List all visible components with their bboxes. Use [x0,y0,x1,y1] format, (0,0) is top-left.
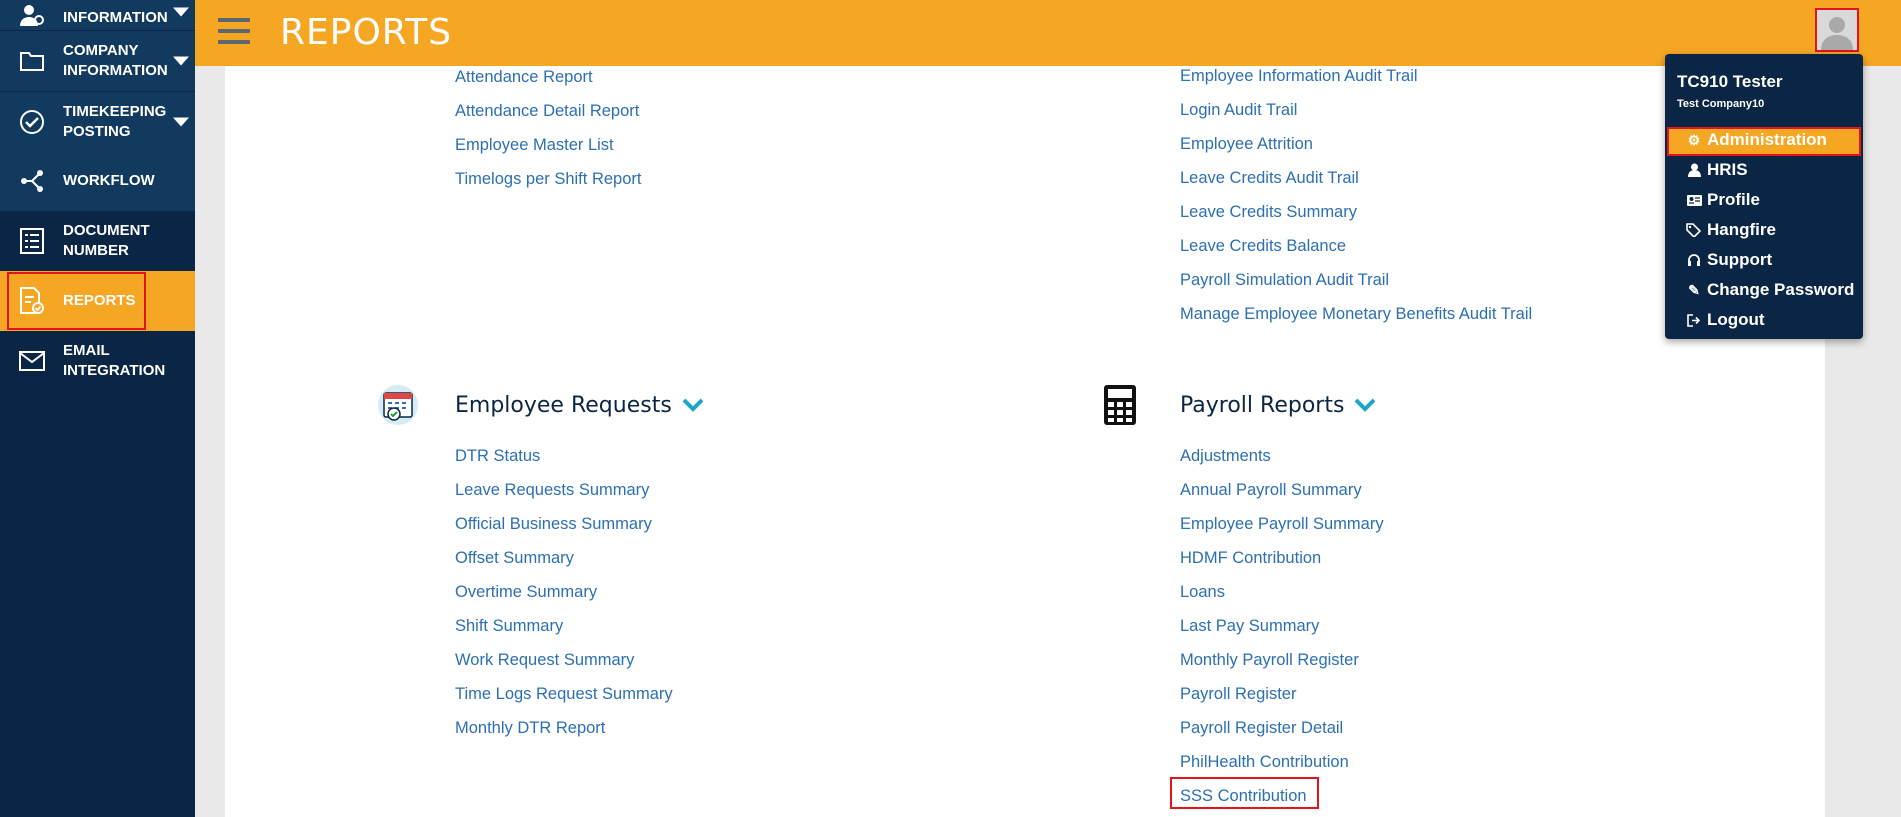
report-link[interactable]: Loans [1180,583,1225,602]
sidebar-item-label: EMAIL INTEGRATION [63,342,166,379]
menu-item-change-password[interactable]: ✎ Change Password [1685,280,1854,300]
sidebar-item-document-number[interactable]: DOCUMENT NUMBER [0,211,195,271]
report-link[interactable]: Payroll Register [1180,685,1296,704]
page-title: REPORTS [280,12,453,53]
calculator-icon [1103,384,1137,431]
report-link[interactable]: Payroll Simulation Audit Trail [1180,271,1389,290]
menu-item-support[interactable]: Support [1685,250,1772,270]
report-link[interactable]: Overtime Summary [455,583,597,602]
sidebar-item-timekeeping-posting[interactable]: TIMEKEEPING POSTING [0,92,195,152]
user-name: TC910 Tester [1677,72,1783,91]
user-company: Test Company10 [1677,98,1765,110]
sidebar-item-label: COMPANY INFORMATION [63,42,168,79]
report-link[interactable]: Leave Credits Summary [1180,203,1357,222]
user-avatar-icon [1821,17,1853,50]
menu-item-profile[interactable]: Profile [1685,190,1760,210]
check-circle-icon [18,108,46,136]
chevron-down-icon [173,117,189,127]
headset-icon [1685,253,1703,267]
sidebar: INFORMATION COMPANY INFORMATION TIMEKEEP… [0,0,195,817]
sidebar-item-label: TIMEKEEPING POSTING [63,103,167,140]
report-link[interactable]: Leave Requests Summary [455,481,649,500]
sidebar-item-label: WORKFLOW [63,172,155,189]
id-card-icon [1685,194,1703,206]
report-link[interactable]: Adjustments [1180,447,1271,466]
sidebar-item-label: REPORTS [63,292,136,309]
tags-icon [1685,223,1703,237]
report-link[interactable]: Employee Attrition [1180,135,1313,154]
sidebar-item-email-integration[interactable]: EMAIL INTEGRATION [0,331,195,391]
reports-content: Attendance Report Attendance Detail Repor… [225,66,1825,817]
report-link[interactable]: Work Request Summary [455,651,634,670]
menu-item-hris[interactable]: HRIS [1685,160,1748,180]
gear-icon: ⚙ [1687,131,1701,148]
report-link[interactable]: HDMF Contribution [1180,549,1321,568]
menu-item-hangfire[interactable]: Hangfire [1685,220,1776,240]
sidebar-item-information[interactable]: INFORMATION [0,0,195,30]
report-link[interactable]: Annual Payroll Summary [1180,481,1362,500]
section-title-payroll-reports[interactable]: Payroll Reports [1180,393,1376,418]
report-link[interactable]: Employee Master List [455,136,614,155]
report-link[interactable]: Attendance Detail Report [455,102,639,121]
hamburger-menu-icon[interactable] [218,18,250,44]
menu-item-administration[interactable]: ⚙ Administration [1685,130,1827,150]
chevron-down-icon [1354,393,1376,418]
pencil-icon: ✎ [1688,281,1700,298]
calendar-check-icon [377,384,419,431]
sidebar-item-label: INFORMATION [63,9,168,26]
report-link[interactable]: Offset Summary [455,549,574,568]
report-link[interactable]: Official Business Summary [455,515,652,534]
sidebar-item-reports[interactable]: REPORTS [0,271,195,331]
chevron-down-icon [682,393,704,418]
workflow-icon [18,167,46,195]
report-link[interactable]: Employee Payroll Summary [1180,515,1384,534]
user-dropdown-menu: TC910 Tester Test Company10 ⚙ Administrat… [1665,54,1863,339]
report-link[interactable]: Time Logs Request Summary [455,685,673,704]
report-link[interactable]: Shift Summary [455,617,563,636]
report-link[interactable]: Last Pay Summary [1180,617,1319,636]
sidebar-item-label: DOCUMENT NUMBER [63,222,150,259]
user-gear-icon [18,1,46,29]
sign-out-icon [1685,313,1703,327]
report-link[interactable]: Payroll Register Detail [1180,719,1343,738]
report-link[interactable]: Login Audit Trail [1180,101,1297,120]
folder-icon [18,47,46,75]
report-link[interactable]: Leave Credits Audit Trail [1180,169,1359,188]
report-link[interactable]: Timelogs per Shift Report [455,170,641,189]
report-link[interactable]: PhilHealth Contribution [1180,753,1349,772]
sidebar-item-company-information[interactable]: COMPANY INFORMATION [0,31,195,91]
report-icon [18,287,46,315]
list-icon [18,227,46,255]
report-link[interactable]: Manage Employee Monetary Benefits Audit … [1180,305,1532,324]
report-link[interactable]: Leave Credits Balance [1180,237,1346,256]
chevron-down-icon [173,56,189,66]
section-title-employee-requests[interactable]: Employee Requests [455,393,704,418]
menu-item-logout[interactable]: Logout [1685,310,1765,330]
chevron-down-icon [173,7,189,17]
user-icon [1685,163,1703,177]
report-link[interactable]: Monthly Payroll Register [1180,651,1359,670]
envelope-icon [18,347,46,375]
report-link[interactable]: DTR Status [455,447,540,466]
top-bar: REPORTS [195,0,1901,66]
report-link[interactable]: Attendance Report [455,68,593,87]
avatar[interactable] [1815,8,1859,52]
sidebar-item-workflow[interactable]: WORKFLOW [0,151,195,211]
report-link[interactable]: SSS Contribution [1180,787,1307,806]
report-link[interactable]: Employee Information Audit Trail [1180,67,1418,86]
report-link[interactable]: Monthly DTR Report [455,719,605,738]
